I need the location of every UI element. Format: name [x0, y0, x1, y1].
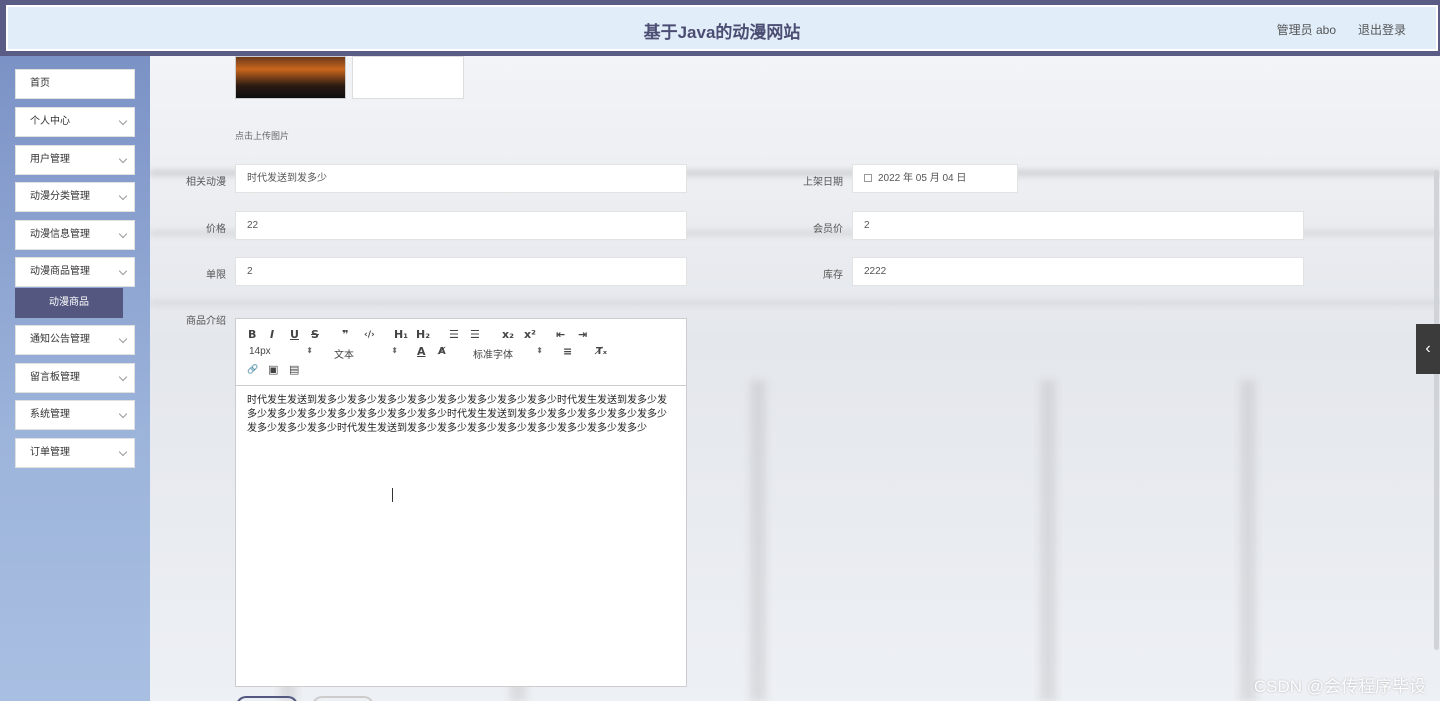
sidebar-item-label: 动漫信息管理	[30, 229, 90, 240]
select-arrow-icon: ⬍	[391, 346, 398, 355]
block-type-value: 文本	[334, 350, 354, 361]
limit-input[interactable]: 2	[235, 257, 687, 286]
sidebar-item-label: 动漫分类管理	[30, 191, 90, 202]
h1-button[interactable]: H₁	[394, 328, 408, 342]
font-family-value: 标准字体	[473, 350, 513, 361]
sidebar-item-label: 订单管理	[30, 447, 70, 458]
underline-button[interactable]: U	[290, 328, 299, 342]
sidebar-item-personal-center[interactable]: 个人中心	[15, 107, 135, 137]
select-arrow-icon: ⬍	[306, 346, 313, 355]
logout-link[interactable]: 退出登录	[1358, 21, 1406, 38]
quote-icon[interactable]: ❞	[342, 328, 348, 342]
list-date-label: 上架日期	[803, 177, 843, 188]
text-cursor-icon	[392, 488, 397, 502]
sidebar-item-user-management[interactable]: 用户管理	[15, 145, 135, 175]
header-panel: 基于Java的动漫网站 管理员 abo 退出登录	[6, 5, 1438, 51]
sidebar-item-label: 首页	[30, 78, 50, 89]
list-date-value: 2022 年 05 月 04 日	[878, 173, 967, 184]
product-image-thumbnail[interactable]	[235, 56, 346, 99]
rich-text-editor[interactable]: B I U S ❞ ‹/› H₁ H₂ ☰ ☰ x₂ x² ⇤ ⇥ 14px ⬍ …	[235, 318, 687, 687]
top-header: 基于Java的动漫网站 管理员 abo 退出登录	[0, 0, 1440, 56]
font-color-icon[interactable]: A	[417, 345, 426, 359]
bold-button[interactable]: B	[248, 328, 256, 342]
submit-button[interactable]	[236, 696, 298, 701]
image-icon[interactable]: ▣	[268, 363, 278, 377]
font-size-value: 14px	[249, 346, 271, 357]
font-size-select[interactable]: 14px ⬍	[249, 346, 313, 357]
stock-input[interactable]: 2222	[852, 257, 1304, 286]
sidebar-item-anime-category[interactable]: 动漫分类管理	[15, 182, 135, 212]
description-label: 商品介绍	[186, 316, 226, 327]
chevron-down-icon	[118, 154, 128, 164]
video-icon[interactable]: ▤	[289, 363, 299, 377]
site-title: 基于Java的动漫网站	[643, 23, 801, 42]
chevron-down-icon	[118, 372, 128, 382]
sidebar-item-label: 动漫商品管理	[30, 266, 90, 277]
member-price-input[interactable]: 2	[852, 211, 1304, 240]
chevron-down-icon	[118, 229, 128, 239]
editor-toolbar: B I U S ❞ ‹/› H₁ H₂ ☰ ☰ x₂ x² ⇤ ⇥ 14px ⬍ …	[236, 319, 686, 386]
code-icon[interactable]: ‹/›	[364, 328, 375, 342]
chevron-down-icon	[118, 334, 128, 344]
sidebar-item-anime-goods[interactable]: 动漫商品管理	[15, 257, 135, 287]
ordered-list-icon[interactable]: ☰	[449, 328, 459, 342]
sidebar-item-anime-info[interactable]: 动漫信息管理	[15, 220, 135, 250]
page-scrollbar[interactable]	[1434, 170, 1439, 650]
indent-icon[interactable]: ⇥	[578, 328, 587, 342]
price-label: 价格	[206, 224, 226, 235]
sidebar-item-home[interactable]: 首页	[15, 69, 135, 99]
select-arrow-icon: ⬍	[536, 346, 543, 355]
image-upload-slot[interactable]	[352, 56, 464, 99]
price-input[interactable]: 22	[235, 211, 687, 240]
related-anime-input[interactable]: 时代发送到发多少	[235, 164, 687, 193]
chevron-down-icon	[118, 447, 128, 457]
stock-label: 库存	[823, 270, 843, 281]
member-price-label: 会员价	[813, 224, 843, 235]
chevron-down-icon	[118, 266, 128, 276]
sidebar-item-label: 留言板管理	[30, 372, 80, 383]
subscript-button[interactable]: x₂	[502, 328, 514, 342]
chevron-down-icon	[118, 191, 128, 201]
clear-format-icon[interactable]: T̸ₓ	[596, 345, 607, 359]
outdent-icon[interactable]: ⇤	[556, 328, 565, 342]
sidebar-item-label: 系统管理	[30, 409, 70, 420]
chevron-down-icon	[118, 409, 128, 419]
watermark: CSDN @会传程序毕设	[1253, 677, 1426, 696]
block-type-select[interactable]: 文本 ⬍	[334, 346, 398, 361]
align-icon[interactable]: ≡	[563, 345, 572, 359]
side-panel-toggle[interactable]: ‹	[1416, 324, 1440, 374]
list-date-input[interactable]: 2022 年 05 月 04 日	[852, 164, 1018, 193]
sidebar-item-label: 个人中心	[30, 116, 70, 127]
link-icon[interactable]: 🔗	[247, 363, 258, 377]
sidebar-item-label: 用户管理	[30, 154, 70, 165]
background-color-icon[interactable]: A̸	[438, 345, 446, 359]
italic-button[interactable]: I	[270, 328, 274, 342]
sidebar-item-notice[interactable]: 通知公告管理	[15, 325, 135, 355]
sidebar-item-message-board[interactable]: 留言板管理	[15, 363, 135, 393]
h2-button[interactable]: H₂	[416, 328, 430, 342]
editor-content[interactable]: 时代发生发送到发多少发多少发多少发多少发多少发多少发多少发多少时代发生发送到发多…	[236, 386, 686, 444]
strike-button[interactable]: S	[311, 328, 319, 342]
calendar-icon	[864, 174, 872, 182]
chevron-down-icon	[118, 116, 128, 126]
font-family-select[interactable]: 标准字体 ⬍	[473, 346, 543, 361]
current-user: 管理员 abo	[1276, 23, 1336, 37]
cancel-button[interactable]	[312, 696, 374, 701]
sidebar-item-label: 通知公告管理	[30, 334, 90, 345]
bullet-list-icon[interactable]: ☰	[470, 328, 480, 342]
sidebar-item-orders[interactable]: 订单管理	[15, 438, 135, 468]
superscript-button[interactable]: x²	[524, 328, 536, 342]
limit-label: 单限	[206, 270, 226, 281]
sidebar-subitem-anime-goods[interactable]: 动漫商品	[15, 288, 123, 318]
upload-tip: 点击上传图片	[235, 131, 290, 141]
sidebar-item-system[interactable]: 系统管理	[15, 400, 135, 430]
related-anime-label: 相关动漫	[186, 177, 226, 188]
